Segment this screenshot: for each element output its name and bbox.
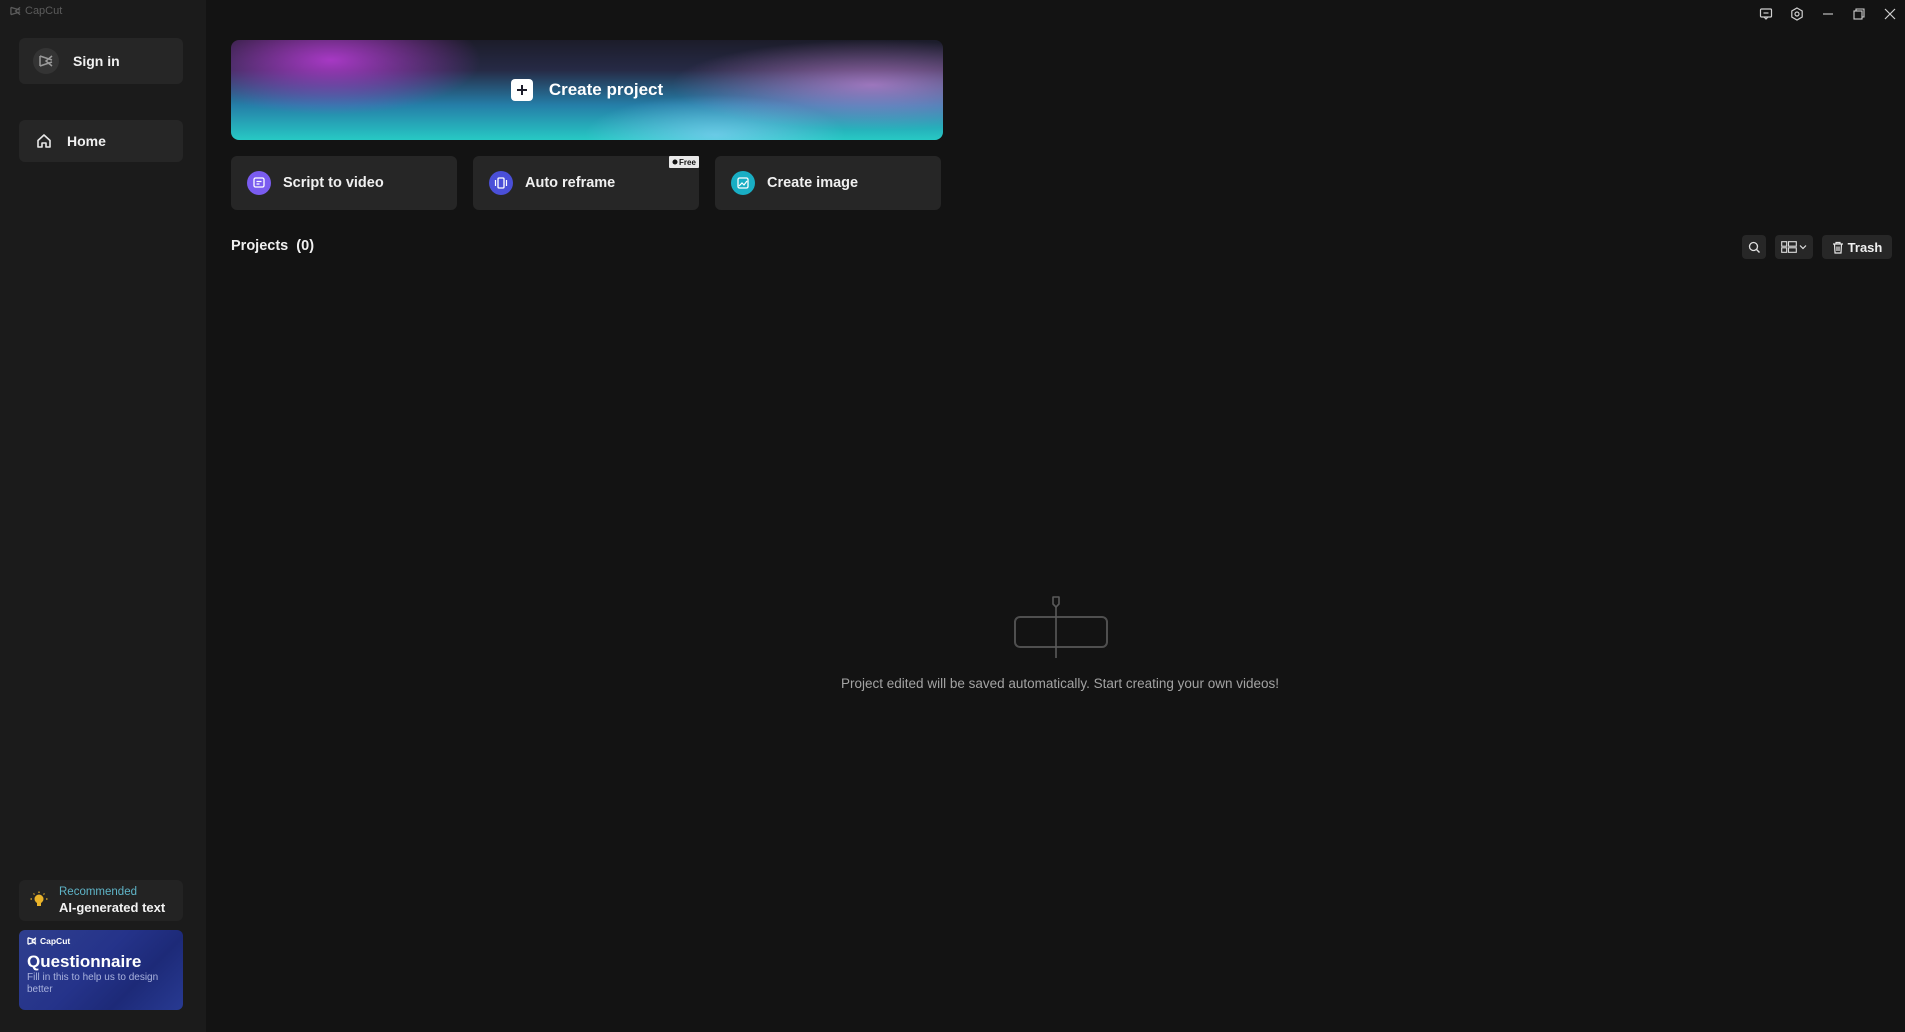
settings-icon[interactable] (1781, 4, 1812, 24)
minimize-icon[interactable] (1812, 4, 1843, 24)
sidebar-item-home[interactable]: Home (19, 120, 183, 162)
grid-view-icon (1781, 241, 1797, 253)
free-badge: Free (669, 156, 699, 168)
chevron-down-icon (1799, 245, 1807, 250)
questionnaire-title: Questionnaire (27, 952, 142, 971)
projects-count: (0) (296, 238, 315, 254)
capcut-logo-icon (10, 6, 21, 16)
home-icon (33, 130, 55, 152)
sidebar-item-label: Home (67, 133, 106, 149)
recommended-kicker: Recommended (59, 886, 137, 898)
sign-in-button[interactable]: Sign in (19, 38, 183, 84)
questionnaire-subtitle: Fill in this to help us to design better (27, 972, 159, 995)
create-project-label: Create project (548, 80, 664, 99)
close-icon[interactable] (1874, 4, 1905, 24)
lightbulb-icon (30, 891, 48, 906)
recommended-title: AI-generated text (59, 900, 166, 915)
plus-icon (510, 79, 533, 101)
window-controls (1750, 4, 1905, 24)
image-icon (731, 171, 755, 195)
auto-reframe-button[interactable]: Auto reframe Free (473, 156, 699, 210)
projects-header: Projects (0) (231, 238, 314, 254)
app-logo: CapCut (10, 5, 62, 17)
search-icon (1748, 241, 1760, 253)
create-project-button[interactable]: Create project (231, 40, 943, 140)
reframe-icon (489, 171, 513, 195)
script-icon (247, 171, 271, 195)
empty-timeline-icon (1014, 596, 1108, 658)
feedback-icon[interactable] (1750, 4, 1781, 24)
sign-in-label: Sign in (73, 53, 120, 69)
create-image-button[interactable]: Create image (715, 156, 941, 210)
restore-icon[interactable] (1843, 4, 1874, 24)
app-name: CapCut (25, 5, 63, 17)
view-mode-dropdown[interactable] (1775, 235, 1813, 259)
trash-button[interactable]: Trash (1822, 235, 1892, 259)
recommended-card[interactable]: Recommended AI-generated text (19, 880, 183, 921)
trash-label: Trash (1847, 239, 1883, 255)
sidebar: CapCut Sign in Home Recommended AI-gener… (0, 0, 206, 1032)
tool-label: Script to video (283, 175, 384, 191)
free-badge-label: Free (679, 157, 696, 167)
questionnaire-brand: CapCut (27, 936, 175, 946)
tool-label: Create image (767, 175, 859, 191)
tool-label: Auto reframe (525, 175, 616, 191)
empty-state-message: Project edited will be saved automatical… (841, 676, 1279, 691)
script-to-video-button[interactable]: Script to video (231, 156, 457, 210)
questionnaire-banner[interactable]: CapCut Questionnaire Fill in this to hel… (19, 930, 183, 1010)
trash-icon (1832, 241, 1843, 254)
search-button[interactable] (1742, 235, 1766, 259)
questionnaire-brand-label: CapCut (40, 936, 71, 946)
capcut-logo-icon (27, 937, 37, 945)
capcut-avatar-icon (33, 48, 59, 74)
projects-title: Projects (231, 238, 289, 254)
